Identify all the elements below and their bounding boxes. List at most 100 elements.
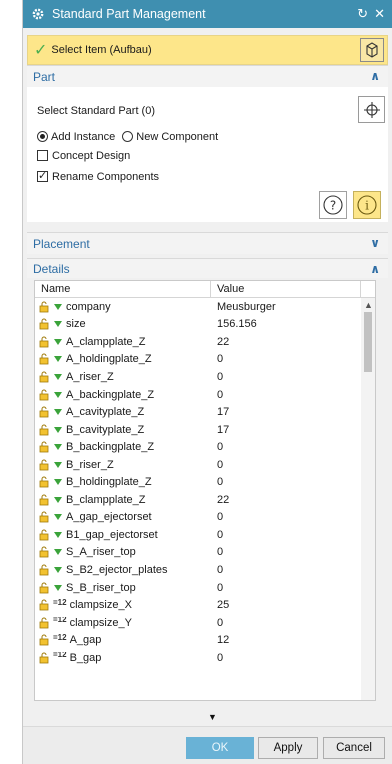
lock-icon[interactable] <box>39 318 51 330</box>
rename-components-checkbox[interactable] <box>37 169 48 182</box>
table-row[interactable]: =12 clampsize_Y 0 <box>35 614 375 632</box>
dropdown-triangle-icon[interactable] <box>54 426 62 433</box>
table-row[interactable]: S_A_riser_top 0 <box>35 544 375 562</box>
column-header-value[interactable]: Value <box>211 281 361 297</box>
dropdown-triangle-icon[interactable] <box>54 303 62 310</box>
dropdown-triangle-icon[interactable] <box>54 391 62 398</box>
lock-icon[interactable] <box>39 459 51 471</box>
lock-icon[interactable] <box>39 582 51 594</box>
parameter-value[interactable]: 22 <box>211 494 361 506</box>
reset-icon[interactable]: ↻ <box>357 6 368 22</box>
parameter-value[interactable]: 0 <box>211 389 361 401</box>
parameter-value[interactable]: Meusburger <box>211 301 361 313</box>
chevron-down-icon[interactable]: ∨ <box>370 236 380 250</box>
table-row[interactable]: A_gap_ejectorset 0 <box>35 509 375 527</box>
info-icon[interactable]: i <box>353 191 381 219</box>
lock-icon[interactable] <box>39 634 51 646</box>
concept-design-checkbox[interactable] <box>37 150 48 161</box>
lock-icon[interactable] <box>39 599 51 611</box>
dropdown-triangle-icon[interactable] <box>54 566 62 573</box>
add-instance-radio[interactable] <box>37 131 48 142</box>
apply-button[interactable]: Apply <box>258 737 318 759</box>
dropdown-triangle-icon[interactable] <box>54 496 62 503</box>
parameter-value[interactable]: 0 <box>211 476 361 488</box>
placement-section-header[interactable]: Placement ∨ <box>27 232 388 254</box>
lock-icon[interactable] <box>39 353 51 365</box>
lock-icon[interactable] <box>39 441 51 453</box>
parameter-value[interactable]: 0 <box>211 529 361 541</box>
cancel-button[interactable]: Cancel <box>323 737 385 759</box>
ok-button[interactable]: OK <box>186 737 254 759</box>
lock-icon[interactable] <box>39 389 51 401</box>
lock-icon[interactable] <box>39 424 51 436</box>
table-row[interactable]: B_riser_Z 0 <box>35 456 375 474</box>
lock-icon[interactable] <box>39 546 51 558</box>
dropdown-triangle-icon[interactable] <box>54 338 62 345</box>
vertical-scrollbar[interactable]: ▲ ▼ <box>361 298 375 700</box>
close-icon[interactable]: ✕ <box>374 6 385 22</box>
dropdown-triangle-icon[interactable] <box>54 409 62 416</box>
table-row[interactable]: A_cavityplate_Z 17 <box>35 403 375 421</box>
parameter-value[interactable]: 0 <box>211 441 361 453</box>
scroll-up-icon[interactable]: ▲ <box>364 300 373 310</box>
parameter-value[interactable]: 0 <box>211 546 361 558</box>
dropdown-triangle-icon[interactable] <box>54 479 62 486</box>
table-row[interactable]: A_holdingplate_Z 0 <box>35 351 375 369</box>
table-row[interactable]: S_B_riser_top 0 <box>35 579 375 597</box>
table-row[interactable]: =12 B_gap 0 <box>35 649 375 667</box>
lock-icon[interactable] <box>39 476 51 488</box>
table-row[interactable]: B_backingplate_Z 0 <box>35 438 375 456</box>
table-row[interactable]: =12 clampsize_X 25 <box>35 596 375 614</box>
lock-icon[interactable] <box>39 511 51 523</box>
details-section-header[interactable]: Details ∧ <box>27 258 388 278</box>
part-section-header[interactable]: Part ∧ <box>27 65 388 87</box>
dropdown-triangle-icon[interactable] <box>54 373 62 380</box>
lock-icon[interactable] <box>39 406 51 418</box>
dropdown-triangle-icon[interactable] <box>54 531 62 538</box>
dropdown-triangle-icon[interactable] <box>54 444 62 451</box>
help-icon[interactable]: ? <box>319 191 347 219</box>
lock-icon[interactable] <box>39 564 51 576</box>
chevron-up-icon[interactable]: ∧ <box>370 262 380 276</box>
table-row[interactable]: company Meusburger <box>35 298 375 316</box>
parameter-value[interactable]: 0 <box>211 617 361 629</box>
lock-icon[interactable] <box>39 529 51 541</box>
table-row[interactable]: B_cavityplate_Z 17 <box>35 421 375 439</box>
crosshair-icon[interactable] <box>358 96 385 123</box>
lock-icon[interactable] <box>39 652 51 664</box>
concept-design-option[interactable]: Concept Design <box>37 150 130 162</box>
chevron-up-icon[interactable]: ∧ <box>370 69 380 83</box>
select-item-row[interactable]: ✓ Select Item (Aufbau) <box>27 35 388 65</box>
lock-icon[interactable] <box>39 371 51 383</box>
table-row[interactable]: =12 A_gap 12 <box>35 631 375 649</box>
table-row[interactable]: S_B2_ejector_plates 0 <box>35 561 375 579</box>
table-row[interactable]: A_clampplate_Z 22 <box>35 333 375 351</box>
parameter-value[interactable]: 0 <box>211 511 361 523</box>
parameter-value[interactable]: 25 <box>211 599 361 611</box>
rename-components-option[interactable]: Rename Components <box>37 169 159 183</box>
dropdown-triangle-icon[interactable] <box>54 514 62 521</box>
new-component-radio[interactable] <box>122 131 134 142</box>
lock-icon[interactable] <box>39 336 51 348</box>
lock-icon[interactable] <box>39 617 51 629</box>
parameter-value[interactable]: 0 <box>211 371 361 383</box>
dropdown-triangle-icon[interactable] <box>54 321 62 328</box>
dropdown-triangle-icon[interactable] <box>54 584 62 591</box>
scrollbar-thumb[interactable] <box>364 312 372 372</box>
table-row[interactable]: B_clampplate_Z 22 <box>35 491 375 509</box>
parameter-value[interactable]: 0 <box>211 652 361 664</box>
table-row[interactable]: A_riser_Z 0 <box>35 368 375 386</box>
dropdown-triangle-icon[interactable] <box>54 549 62 556</box>
table-row[interactable]: B1_gap_ejectorset 0 <box>35 526 375 544</box>
dropdown-triangle-icon[interactable] <box>54 461 62 468</box>
column-header-name[interactable]: Name <box>35 281 211 297</box>
parameter-value[interactable]: 0 <box>211 459 361 471</box>
lock-icon[interactable] <box>39 301 51 313</box>
table-row[interactable]: size 156.156 <box>35 316 375 334</box>
parameter-value[interactable]: 0 <box>211 353 361 365</box>
table-row[interactable]: B_holdingplate_Z 0 <box>35 473 375 491</box>
expand-more-icon[interactable]: ▼ <box>208 712 217 722</box>
table-row[interactable]: A_backingplate_Z 0 <box>35 386 375 404</box>
parameter-value[interactable]: 0 <box>211 582 361 594</box>
lock-icon[interactable] <box>39 494 51 506</box>
